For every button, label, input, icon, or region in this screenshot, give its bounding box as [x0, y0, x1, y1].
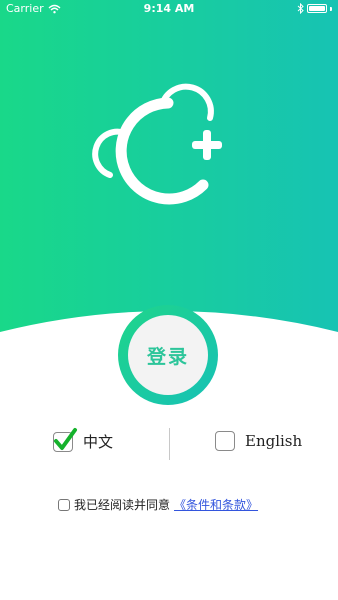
language-selector: 中文 English	[0, 427, 338, 460]
logo-icon	[92, 83, 222, 205]
agreement-row: 我已经阅读并同意 《条件和条款》	[58, 496, 258, 513]
agreement-text: 我已经阅读并同意	[74, 498, 171, 512]
checkmark-icon	[54, 427, 77, 450]
login-ring: 登录	[118, 305, 218, 405]
battery-tip	[330, 6, 332, 11]
language-option-chinese[interactable]: 中文	[53, 427, 114, 452]
language-option-english[interactable]: English	[215, 431, 302, 451]
battery-level	[309, 6, 325, 11]
status-bar: Carrier 9:14 AM	[0, 0, 338, 18]
login-button[interactable]: 登录	[128, 315, 208, 395]
chinese-checkbox[interactable]	[53, 427, 77, 452]
battery-icon	[307, 4, 327, 13]
english-checkbox[interactable]	[215, 431, 235, 451]
chinese-label: 中文	[83, 433, 114, 451]
status-right	[297, 3, 332, 14]
english-label: English	[245, 432, 303, 450]
terms-link[interactable]: 《条件和条款》	[174, 496, 258, 513]
bluetooth-icon	[297, 3, 304, 14]
language-divider	[169, 428, 170, 460]
header-banner	[0, 0, 338, 340]
clock: 9:14 AM	[143, 2, 195, 15]
agreement-checkbox[interactable]	[58, 498, 70, 511]
